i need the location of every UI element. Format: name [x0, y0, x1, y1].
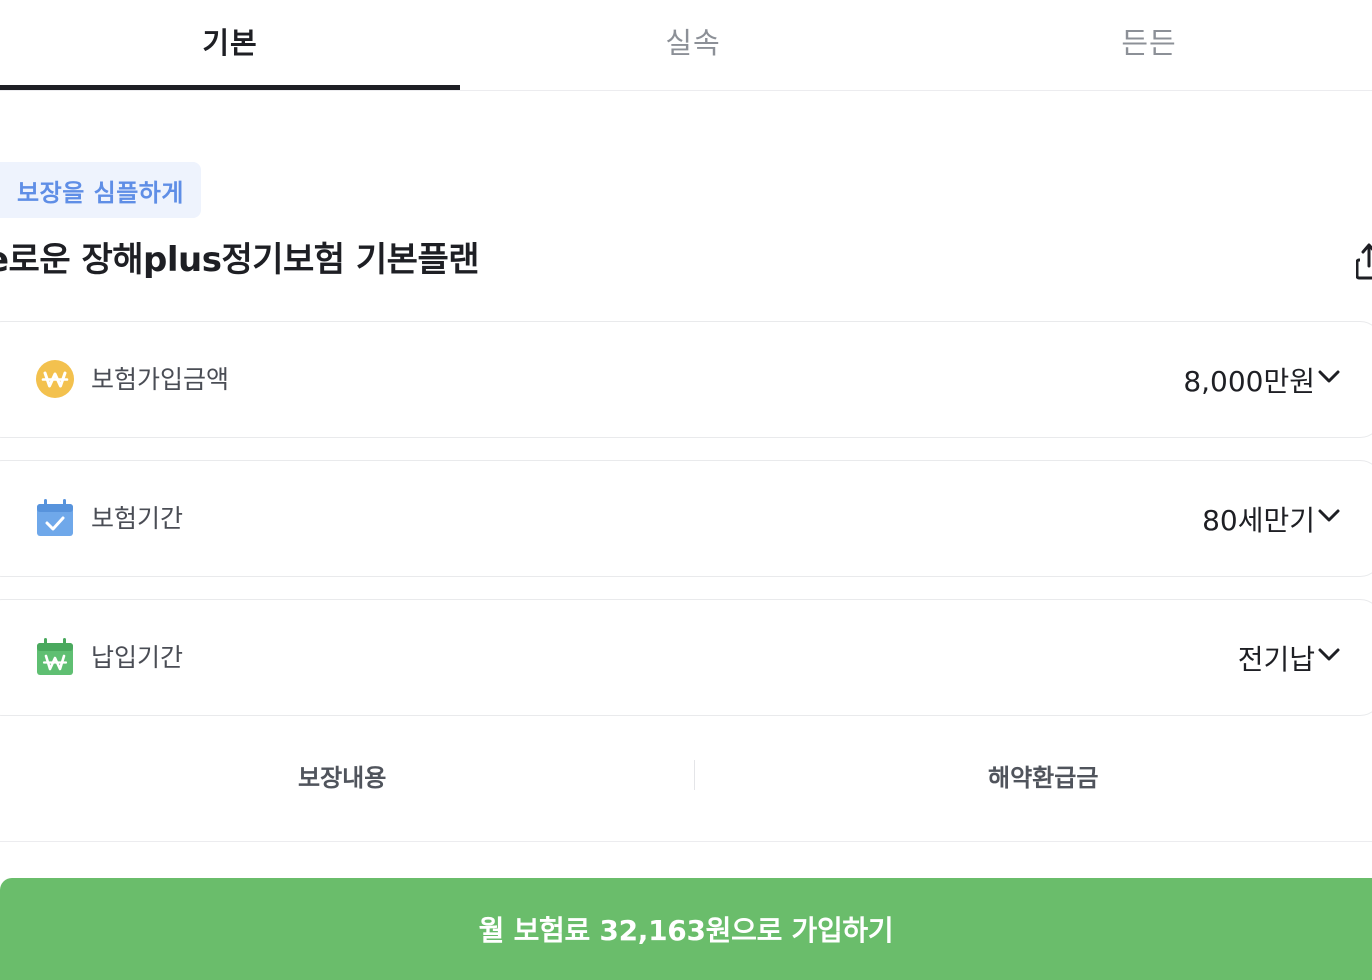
- tab-economy-label: 실속: [665, 26, 721, 60]
- payment-period-select[interactable]: 납입기간 전기납: [0, 599, 1372, 716]
- chevron-down-icon: [1318, 370, 1340, 383]
- coverage-amount-select[interactable]: 보험가입금액 8,000만원: [0, 321, 1372, 438]
- tab-basic[interactable]: 기본: [0, 0, 460, 90]
- won-coin-icon: [36, 360, 74, 398]
- coverage-amount-label: 보험가입금액: [91, 365, 230, 394]
- payment-period-value: 전기납: [1237, 643, 1315, 676]
- tab-sturdy-label: 든든: [1121, 26, 1177, 60]
- tab-basic-label: 기본: [202, 26, 258, 60]
- tab-sturdy[interactable]: 든든: [926, 0, 1372, 90]
- coverage-amount-value: 8,000만원: [1183, 365, 1315, 398]
- chevron-down-icon: [1318, 509, 1340, 522]
- subscribe-button-label: 월 보험료 32,163원으로 가입하기: [478, 914, 894, 947]
- payment-period-label: 납입기간: [91, 643, 184, 672]
- calendar-won-icon: [37, 638, 73, 675]
- share-icon[interactable]: [1356, 242, 1372, 280]
- chevron-down-icon: [1318, 648, 1340, 661]
- plan-title: e로운 장해plus정기보험 기본플랜: [0, 240, 480, 280]
- plan-badge-text: 보장을 심플하게: [17, 178, 184, 207]
- insurance-period-select[interactable]: 보험기간 80세만기: [0, 460, 1372, 577]
- tab-divider: [694, 760, 695, 790]
- tab-economy[interactable]: 실속: [460, 0, 926, 90]
- insurance-period-value: 80세만기: [1202, 504, 1315, 537]
- tab-coverage-details[interactable]: 보장내용: [298, 758, 386, 793]
- plan-tabs: 기본 실속 든든: [0, 0, 1372, 91]
- tab-surrender-value[interactable]: 해약환급금: [988, 758, 1098, 793]
- detail-tabs: 보장내용 해약환급금: [0, 720, 1372, 842]
- calendar-check-icon: [37, 499, 73, 536]
- plan-badge: 보장을 심플하게: [0, 162, 201, 218]
- subscribe-button[interactable]: 월 보험료 32,163원으로 가입하기: [0, 878, 1372, 980]
- insurance-period-label: 보험기간: [91, 504, 184, 533]
